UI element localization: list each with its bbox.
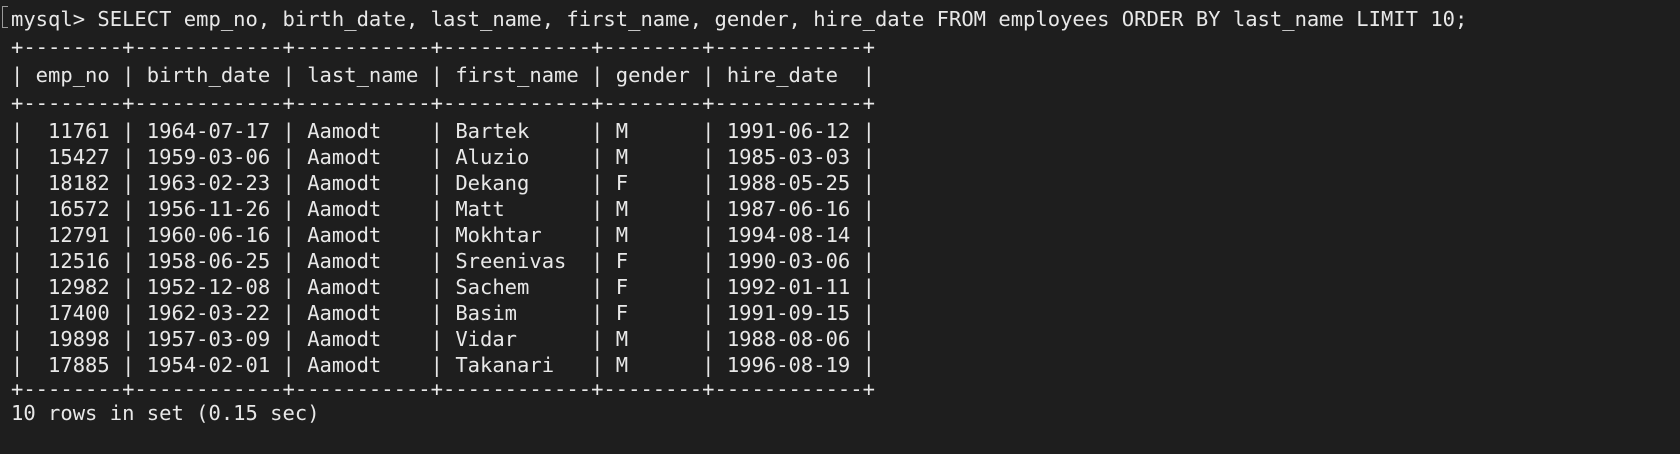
terminal-window[interactable]: mysql> SELECT emp_no, birth_date, last_n… [0,0,1680,454]
table-header: | emp_no | birth_date | last_name | firs… [11,63,875,87]
table-row: | 16572 | 1956-11-26 | Aamodt | Matt | M… [11,197,875,221]
table-row: | 19898 | 1957-03-09 | Aamodt | Vidar | … [11,327,875,351]
table-border-header: +--------+------------+-----------+-----… [11,91,875,115]
table-row: | 15427 | 1959-03-06 | Aamodt | Aluzio |… [11,145,875,169]
table-row: | 12791 | 1960-06-16 | Aamodt | Mokhtar … [11,223,875,247]
table-row: | 12516 | 1958-06-25 | Aamodt | Sreeniva… [11,249,875,273]
table-row: | 12982 | 1952-12-08 | Aamodt | Sachem |… [11,275,875,299]
table-row: | 17400 | 1962-03-22 | Aamodt | Basim | … [11,301,875,325]
table-border-top: +--------+------------+-----------+-----… [11,35,875,59]
command-line: mysql> SELECT emp_no, birth_date, last_n… [11,7,1468,31]
prompt-marker-icon [2,6,8,28]
table-row: | 18182 | 1963-02-23 | Aamodt | Dekang |… [11,171,875,195]
table-row: | 11761 | 1964-07-17 | Aamodt | Bartek |… [11,119,875,143]
result-summary: 10 rows in set (0.15 sec) [11,401,320,425]
